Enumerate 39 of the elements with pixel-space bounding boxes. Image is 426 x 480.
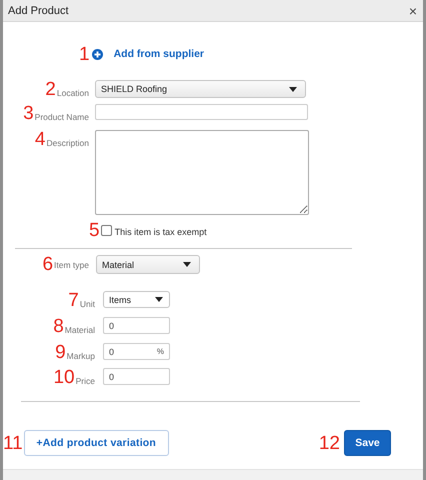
callout-number: 8 — [53, 317, 64, 336]
field-label: Material — [64, 325, 95, 336]
callout-number: 9 — [55, 343, 66, 362]
item-type-select[interactable]: Material — [96, 255, 200, 274]
field-label: Product Name — [34, 112, 89, 123]
tax-exempt-checkbox[interactable] — [100, 225, 112, 236]
callout-number: 2 — [45, 80, 56, 99]
caret-icon — [289, 86, 297, 92]
field-label: Price — [76, 376, 95, 387]
description-field[interactable] — [95, 130, 309, 215]
window-title: Add Product — [8, 4, 69, 16]
callout-number: 3 — [23, 104, 34, 123]
callout-number: 11 — [3, 434, 23, 452]
number-field[interactable]: 0 — [103, 368, 170, 385]
number-field[interactable]: 0 — [103, 317, 170, 334]
callout-number: 1 — [79, 44, 90, 64]
close-button[interactable]: × — [408, 4, 417, 18]
save-button[interactable]: Save — [344, 430, 391, 456]
callout-number: 10 — [53, 368, 75, 387]
field-label: Unit — [80, 299, 95, 310]
unit-select[interactable]: Items — [103, 291, 170, 308]
callout-number: 4 — [34, 130, 46, 149]
location-select[interactable]: SHIELD Roofing — [95, 80, 306, 98]
callout-number: 5 — [89, 221, 100, 240]
plus-icon[interactable] — [92, 48, 103, 60]
add-from-supplier-link[interactable]: Add from supplier — [114, 48, 204, 60]
field-label: Markup — [66, 351, 95, 362]
field-label: Item type — [54, 260, 89, 272]
product-name-field[interactable] — [95, 104, 308, 120]
number-field[interactable]: 0 % — [103, 343, 170, 360]
callout-number: 7 — [68, 291, 79, 310]
field-label: Description — [46, 138, 89, 149]
callout-number: 6 — [42, 255, 54, 274]
checkbox-label: This item is tax exempt — [114, 227, 207, 239]
caret-icon — [155, 297, 163, 302]
caret-icon — [183, 262, 191, 267]
callout-number: 12 — [318, 434, 340, 452]
field-label: Location — [56, 88, 89, 99]
add-variation-button[interactable]: +Add product variation — [24, 430, 169, 456]
